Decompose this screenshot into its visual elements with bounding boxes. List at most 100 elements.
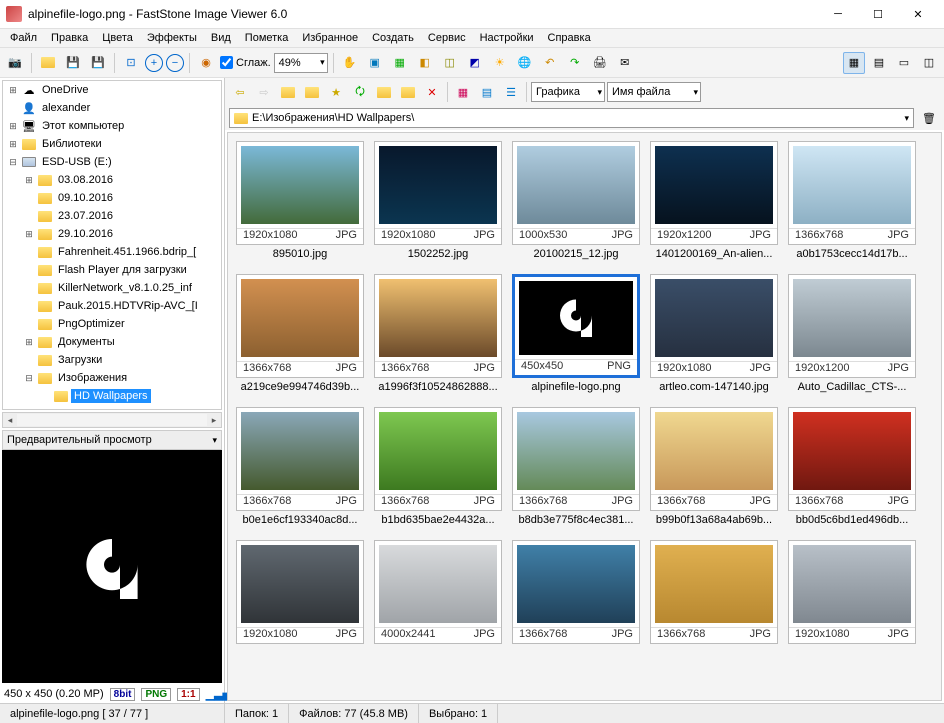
thumbnail-item[interactable]: 1366x768JPGbb0d5c6bd1ed496db... <box>788 407 916 526</box>
zoom-out-button[interactable]: − <box>166 54 184 72</box>
trash-button[interactable]: 🗑 <box>918 107 940 129</box>
tree-item[interactable]: ⊟ESD-USB (E:) <box>3 153 221 171</box>
menu-настройки[interactable]: Настройки <box>474 30 540 46</box>
print-button[interactable]: 🖨 <box>589 52 611 74</box>
view-list-button[interactable]: ▤ <box>868 52 890 74</box>
brightness-button[interactable]: ☀ <box>489 52 511 74</box>
view-mode-1-button[interactable]: ▦ <box>452 81 474 103</box>
home-button[interactable] <box>301 81 323 103</box>
tree-item[interactable]: PngOptimizer <box>3 315 221 333</box>
thumbnail-item[interactable]: 1366x768JPGa1996f3f10524862888... <box>374 274 502 393</box>
tree-item[interactable]: ⊞29.10.2016 <box>3 225 221 243</box>
select-tool-button[interactable]: ▣ <box>364 52 386 74</box>
tree-item[interactable]: Загрузки <box>3 351 221 369</box>
hand-tool-button[interactable]: ✋ <box>339 52 361 74</box>
expand-icon[interactable]: ⊞ <box>7 139 19 150</box>
view-mode-2-button[interactable]: ▤ <box>476 81 498 103</box>
tree-item[interactable]: 09.10.2016 <box>3 189 221 207</box>
rotate-right-button[interactable]: ↷ <box>564 52 586 74</box>
thumbnail-item[interactable]: 1920x1080JPG895010.jpg <box>236 141 364 260</box>
text-button[interactable]: ◩ <box>464 52 486 74</box>
tree-item[interactable]: 👤alexander <box>3 99 221 117</box>
copy-button[interactable] <box>373 81 395 103</box>
thumbnail-item[interactable]: 1920x1080JPGartleo.com-147140.jpg <box>650 274 778 393</box>
menu-цвета[interactable]: Цвета <box>96 30 139 46</box>
expand-icon[interactable]: ⊟ <box>23 373 35 384</box>
thumbnail-item[interactable]: 1920x1080JPG <box>788 540 916 647</box>
maximize-button[interactable]: ☐ <box>858 0 898 28</box>
preview-collapse-icon[interactable]: ▾ <box>212 435 217 446</box>
menu-эффекты[interactable]: Эффекты <box>141 30 203 46</box>
menu-файл[interactable]: Файл <box>4 30 43 46</box>
delete-button[interactable]: ✕ <box>421 81 443 103</box>
tree-item[interactable]: Flash Player для загрузки <box>3 261 221 279</box>
save-button[interactable]: 💾 <box>62 52 84 74</box>
expand-icon[interactable]: ⊟ <box>7 157 19 168</box>
view-thumbs-button[interactable]: ▦ <box>843 52 865 74</box>
preview-pane[interactable] <box>2 450 222 683</box>
expand-icon[interactable]: ⊞ <box>23 337 35 348</box>
thumbnail-item[interactable]: 1920x1080JPG <box>236 540 364 647</box>
open-button[interactable] <box>37 52 59 74</box>
tree-item[interactable]: ⊟Изображения <box>3 369 221 387</box>
thumbnail-item[interactable]: 4000x2441JPG <box>374 540 502 647</box>
move-button[interactable] <box>397 81 419 103</box>
tree-item[interactable]: KillerNetwork_v8.1.0.25_inf <box>3 279 221 297</box>
smooth-checkbox[interactable]: Сглаж. <box>220 56 271 69</box>
up-button[interactable] <box>277 81 299 103</box>
menu-избранное[interactable]: Избранное <box>296 30 364 46</box>
close-button[interactable]: ✕ <box>898 0 938 28</box>
menu-правка[interactable]: Правка <box>45 30 94 46</box>
zoom-in-button[interactable]: + <box>145 54 163 72</box>
reload-button[interactable]: 🗘 <box>349 81 371 103</box>
filter-combo[interactable]: Графика <box>531 82 605 102</box>
expand-icon[interactable]: ⊞ <box>7 121 19 132</box>
favorites-button[interactable]: ★ <box>325 81 347 103</box>
tree-item[interactable]: ⊞Документы <box>3 333 221 351</box>
thumbnail-item[interactable]: 1366x768JPGb99b0f13a68a4ab69b... <box>650 407 778 526</box>
tree-item[interactable]: Pauk.2015.HDTVRip-AVC_[I <box>3 297 221 315</box>
thumbnail-item[interactable]: 1366x768JPGa219ce9e994746d39b... <box>236 274 364 393</box>
menu-сервис[interactable]: Сервис <box>422 30 472 46</box>
camera-button[interactable]: 📷 <box>4 52 26 74</box>
tree-item[interactable]: ⊞☁OneDrive <box>3 81 221 99</box>
tree-item[interactable]: ⊞🖥Этот компьютер <box>3 117 221 135</box>
thumbnail-item[interactable]: 1920x1080JPG1502252.jpg <box>374 141 502 260</box>
expand-icon[interactable]: ⊞ <box>23 175 35 186</box>
tree-item[interactable]: 23.07.2016 <box>3 207 221 225</box>
folder-tree[interactable]: ⊞☁OneDrive👤alexander⊞🖥Этот компьютер⊞Биб… <box>2 80 222 410</box>
color-button[interactable]: 🌐 <box>514 52 536 74</box>
menu-вид[interactable]: Вид <box>205 30 237 46</box>
thumbnail-item[interactable]: 1000x530JPG20100215_12.jpg <box>512 141 640 260</box>
thumbnail-item[interactable]: 1366x768JPG <box>650 540 778 647</box>
expand-icon[interactable]: ⊞ <box>7 85 19 96</box>
sort-combo[interactable]: Имя файла <box>607 82 701 102</box>
zoom-combo[interactable]: 49% <box>274 53 328 73</box>
thumbnail-item[interactable]: 1366x768JPGb0e1e6cf193340ac8d... <box>236 407 364 526</box>
view-mode-3-button[interactable]: ☰ <box>500 81 522 103</box>
tree-item[interactable]: Fahrenheit.451.1966.bdrip_[ <box>3 243 221 261</box>
menu-справка[interactable]: Справка <box>542 30 597 46</box>
view-fullscreen-button[interactable]: ▭ <box>893 52 915 74</box>
menu-пометка[interactable]: Пометка <box>239 30 295 46</box>
save-all-button[interactable]: 💾 <box>87 52 109 74</box>
thumbnail-item[interactable]: 1366x768JPG <box>512 540 640 647</box>
crop-button[interactable]: ▦ <box>389 52 411 74</box>
tree-item[interactable]: HD Wallpapers <box>3 387 221 405</box>
zoom-actual-button[interactable]: ◉ <box>195 52 217 74</box>
thumbnail-item[interactable]: 450x450PNGalpinefile-logo.png <box>512 274 640 393</box>
view-compare-button[interactable]: ◫ <box>918 52 940 74</box>
forward-button[interactable]: ⇨ <box>253 81 275 103</box>
back-button[interactable]: ⇦ <box>229 81 251 103</box>
thumbnail-item[interactable]: 1920x1200JPG1401200169_An-alien... <box>650 141 778 260</box>
menu-создать[interactable]: Создать <box>366 30 420 46</box>
minimize-button[interactable]: ─ <box>818 0 858 28</box>
tree-scrollbar[interactable]: ◂▸ <box>2 412 222 428</box>
rotate-left-button[interactable]: ↶ <box>539 52 561 74</box>
path-combo[interactable]: E:\Изображения\HD Wallpapers\ <box>229 108 914 128</box>
tree-item[interactable]: ⊞Библиотеки <box>3 135 221 153</box>
expand-icon[interactable]: ⊞ <box>23 229 35 240</box>
thumbnail-item[interactable]: 1920x1200JPGAuto_Cadillac_CTS-... <box>788 274 916 393</box>
email-button[interactable]: ✉ <box>614 52 636 74</box>
resize-button[interactable]: ◧ <box>414 52 436 74</box>
